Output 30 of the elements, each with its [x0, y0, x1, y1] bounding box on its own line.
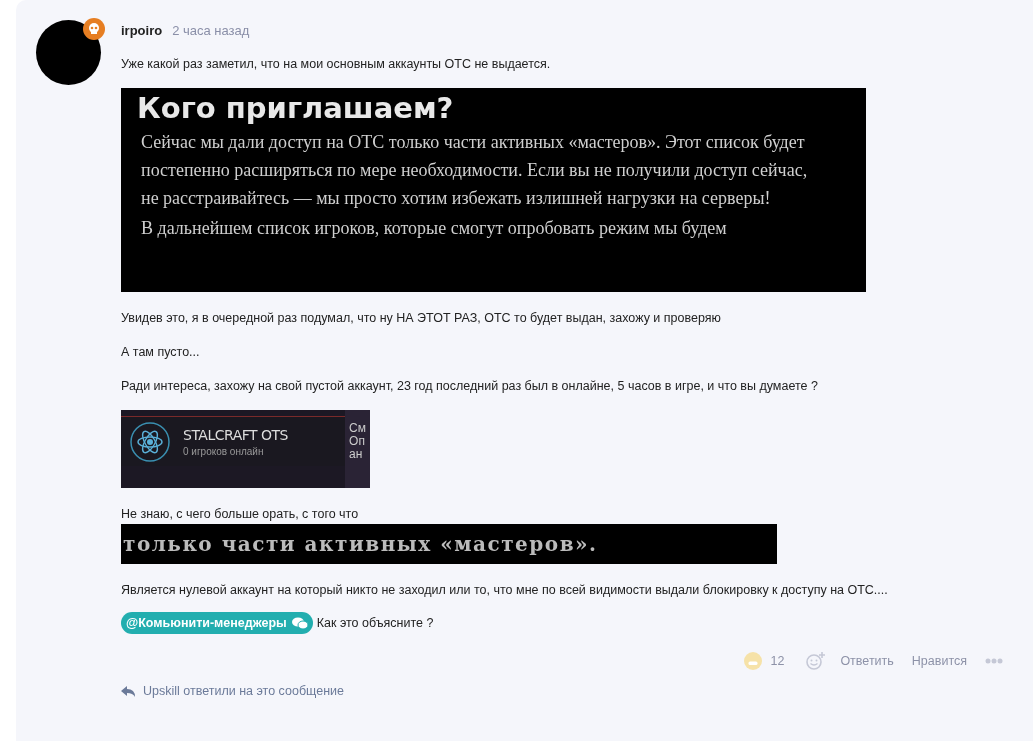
post-text: А там пусто... [121, 344, 201, 360]
post-text: Ради интереса, захожу на свой пустой аккаунт, 23 год последний раз был в онлайне, 5 часов в игре, и что вы думаете ? [121, 378, 819, 394]
quote-text: Сейчас мы дали доступ на ОТС только части активных «мастеров». Этот список будет постепенно расширяться по мере необходимости. Если вы не получили доступ сейчас, не расстраивайтесь — мы просто хотим избежать излишней нагрузки на серверы! [141, 131, 809, 210]
action-link[interactable]: Нравится [911, 654, 967, 668]
replies-note[interactable]: Upskill ответили на это сообщение [143, 684, 344, 698]
post-text: Увидев это, я в очередной раз подумал, что ну НА ЭТОТ РАЗ, ОТС то будет выдан, захожу и проверяю [121, 310, 722, 326]
quote-heading: Кого приглашаем? [137, 90, 455, 126]
post-text: Не знаю, с чего больше орать, с того что [121, 506, 360, 522]
side-text: Оп [349, 435, 366, 448]
post-text: Является нулевой аккаунт на который никто не заходил или то, что мне по всей видимости выдали блокировку к доступу на ОТС.... [121, 582, 889, 598]
reaction-count[interactable]: 12 [770, 654, 785, 668]
post-text: Уже какой раз заметил, что на мои основным аккаунты ОТС не выдается. [121, 56, 552, 72]
server-name: STALCRAFT OTS [183, 426, 288, 443]
add-reaction-icon[interactable] [806, 652, 827, 670]
atom-icon [129, 420, 171, 463]
author-name[interactable]: irpoiro [121, 23, 163, 38]
chat-bubbles-icon [290, 616, 309, 630]
banner-text: только части активных «мастеров». [123, 532, 598, 556]
quote-text: В дальнейшем список игроков, которые смогут опробовать режим мы будем [141, 217, 728, 240]
grin-emoji-icon [744, 652, 763, 670]
more-icon[interactable] [985, 658, 1003, 664]
server-online: 0 игроков онлайн [183, 445, 265, 457]
action-link[interactable]: Ответить [840, 654, 894, 668]
post-time[interactable]: 2 часа назад [172, 23, 250, 38]
skull-badge-icon [83, 18, 105, 40]
post-text: Как это объясните ? [316, 615, 434, 631]
mention-link[interactable]: @Комьюнити-менеджеры [121, 612, 313, 634]
side-text: См [349, 422, 366, 435]
side-text: ан [349, 448, 364, 461]
reply-arrow-icon [121, 685, 135, 697]
